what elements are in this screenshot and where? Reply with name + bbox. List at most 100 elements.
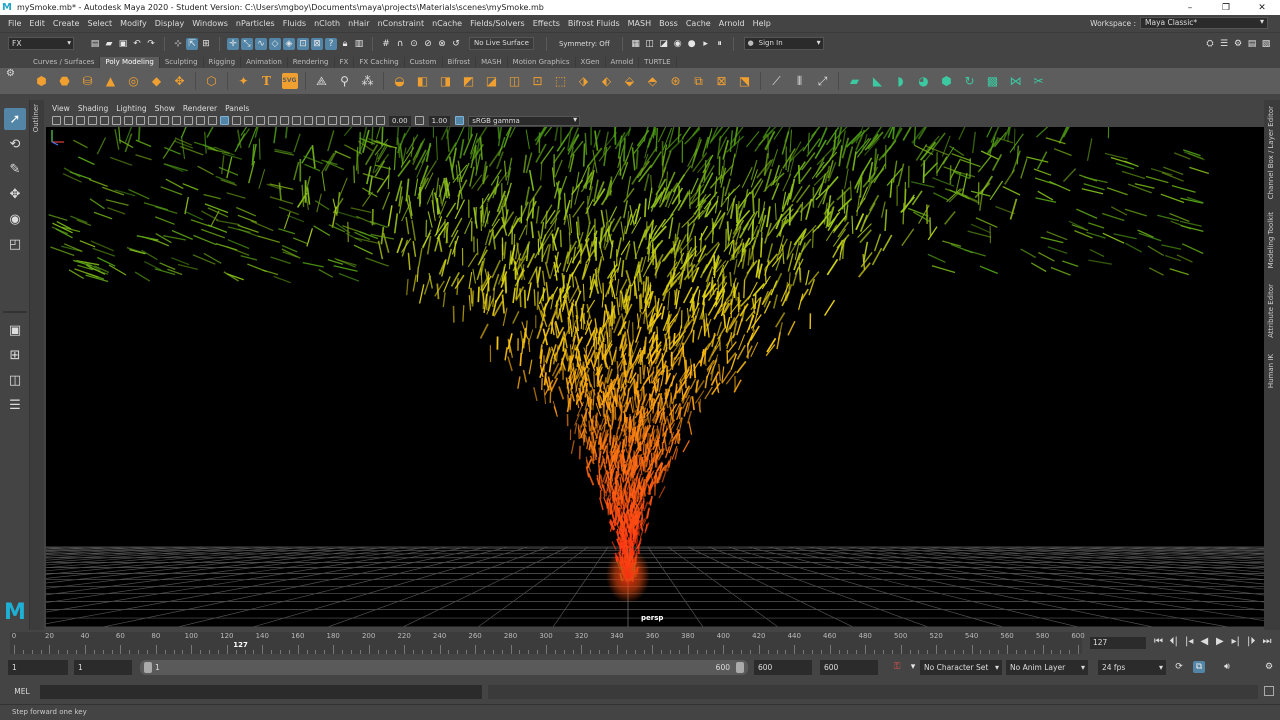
safe-action-icon[interactable]: [183, 116, 193, 125]
menu-select[interactable]: Select: [83, 19, 116, 28]
shelf-tab-motion-graphics[interactable]: Motion Graphics: [508, 57, 576, 68]
playback-end-field[interactable]: 600: [754, 660, 812, 675]
new-scene-icon[interactable]: ▤: [89, 38, 101, 50]
snap-live-icon[interactable]: ↺: [450, 38, 462, 50]
snap-point-icon[interactable]: ⊙: [408, 38, 420, 50]
anim-layer-dropdown[interactable]: No Anim Layer: [1006, 660, 1088, 675]
snap-curve-icon[interactable]: ∩: [394, 38, 406, 50]
extract-icon[interactable]: ◨: [438, 73, 454, 89]
arnold-render-icon[interactable]: ▸: [700, 38, 712, 50]
isolate-select-icon[interactable]: [339, 116, 349, 125]
shelf-tab-rendering[interactable]: Rendering: [288, 57, 335, 68]
sign-in-dropdown[interactable]: Sign In: [743, 37, 824, 50]
append-icon[interactable]: ◫: [507, 73, 523, 89]
mirror-icon[interactable]: ◧: [415, 73, 431, 89]
menuset-dropdown[interactable]: FX: [8, 37, 74, 50]
shelf-tab-xgen[interactable]: XGen: [576, 57, 606, 68]
shelf-tab-mash[interactable]: MASH: [476, 57, 508, 68]
wedge-icon[interactable]: ⬘: [645, 73, 661, 89]
menu-fields-solvers[interactable]: Fields/Solvers: [466, 19, 529, 28]
outliner-layout-icon[interactable]: ☰: [4, 394, 26, 416]
field-chart-icon[interactable]: [171, 116, 181, 125]
bevel-icon[interactable]: ⬗: [576, 73, 592, 89]
xray-joints-icon[interactable]: [363, 116, 373, 125]
script-language-toggle[interactable]: MEL: [8, 685, 36, 699]
wireframe-on-shaded-icon[interactable]: [243, 116, 253, 125]
shelf-tab-poly-modeling[interactable]: Poly Modeling: [100, 57, 160, 68]
xray-icon[interactable]: [351, 116, 361, 125]
shelf-tab-animation[interactable]: Animation: [241, 57, 288, 68]
super-shape-icon[interactable]: ✦: [236, 73, 252, 89]
menu-display[interactable]: Display: [151, 19, 189, 28]
go-to-end-button[interactable]: ⏭: [1263, 636, 1272, 647]
exposure-icon[interactable]: [375, 116, 385, 125]
poly-cube-icon[interactable]: ⬣: [57, 73, 73, 89]
outliner-side-tab[interactable]: Outliner: [30, 100, 44, 630]
exposure-field[interactable]: 0.00: [389, 115, 411, 126]
poly-torus-icon[interactable]: ◎: [126, 73, 142, 89]
snap-view-plane-icon[interactable]: ⊘: [422, 38, 434, 50]
menu-ncloth[interactable]: nCloth: [310, 19, 344, 28]
time-ruler[interactable]: 127 0 20 40 60 80 100 120 140 160 180 200 220 240 260…: [10, 632, 1085, 654]
script-editor-icon[interactable]: [1264, 686, 1274, 696]
panel-menu-renderer[interactable]: Renderer: [179, 104, 221, 113]
extrude-icon[interactable]: ⬚: [553, 73, 569, 89]
menu-help[interactable]: Help: [749, 19, 775, 28]
panel-menu-panels[interactable]: Panels: [221, 104, 253, 113]
gamma-icon[interactable]: [415, 116, 425, 125]
audio-icon[interactable]: 🔊︎: [1221, 661, 1233, 673]
uv-checker-icon[interactable]: ▩: [985, 73, 1001, 89]
poke-icon[interactable]: ⬙: [622, 73, 638, 89]
shadows-icon[interactable]: [279, 116, 289, 125]
type-tool-icon[interactable]: T: [259, 73, 275, 89]
menu-modify[interactable]: Modify: [116, 19, 151, 28]
modeling-toolkit-toggle-icon[interactable]: ⛭: [1204, 38, 1216, 50]
command-input[interactable]: [40, 685, 482, 699]
select-component-icon[interactable]: ⊞: [200, 38, 212, 50]
two-d-pan-icon[interactable]: [99, 116, 109, 125]
safe-title-icon[interactable]: [195, 116, 205, 125]
use-all-lights-icon[interactable]: [267, 116, 277, 125]
slide-edge-icon[interactable]: ⤢: [815, 73, 831, 89]
lasso-tool-icon[interactable]: ⟲: [4, 133, 26, 155]
menu-boss[interactable]: Boss: [655, 19, 682, 28]
gamma-field[interactable]: 1.00: [428, 115, 451, 126]
color-management-icon[interactable]: [454, 116, 464, 125]
modeling-toolkit-tab[interactable]: Modeling Toolkit: [1267, 212, 1275, 268]
workspace-dropdown[interactable]: Maya Classic*: [1140, 17, 1268, 29]
poly-cylinder-icon[interactable]: ⛁: [80, 73, 96, 89]
save-scene-icon[interactable]: ▣: [117, 38, 129, 50]
uv-cube-icon[interactable]: ⬢: [939, 73, 955, 89]
maximize-button[interactable]: ❐: [1208, 3, 1244, 13]
combine-icon[interactable]: ⟁: [314, 73, 330, 89]
range-end-handle[interactable]: [736, 662, 744, 673]
animation-start-field[interactable]: 1: [8, 660, 68, 675]
screen-space-ao-icon[interactable]: [291, 116, 301, 125]
shelf-tab-turtle[interactable]: TURTLE: [639, 57, 677, 68]
menu-nparticles[interactable]: nParticles: [232, 19, 279, 28]
anti-aliasing-icon[interactable]: [315, 116, 325, 125]
grease-pencil-icon[interactable]: [111, 116, 121, 125]
planar-mapping-icon[interactable]: ▰: [847, 73, 863, 89]
snap-surface-icon[interactable]: ⊗: [436, 38, 448, 50]
uv-unfold-icon[interactable]: ↻: [962, 73, 978, 89]
motion-blur-icon[interactable]: [303, 116, 313, 125]
loop-playback-icon[interactable]: ⟳: [1173, 661, 1185, 673]
close-button[interactable]: ✕: [1244, 3, 1280, 13]
shelf-tab-curves-surfaces[interactable]: Curves / Surfaces: [28, 57, 101, 68]
wireframe-icon[interactable]: [207, 116, 217, 125]
poly-plane-icon[interactable]: ◆: [149, 73, 165, 89]
textured-icon[interactable]: [255, 116, 265, 125]
undo-icon[interactable]: ↶: [131, 38, 143, 50]
poly-disc-icon[interactable]: ✥: [172, 73, 188, 89]
menu-ncache[interactable]: nCache: [428, 19, 466, 28]
auto-key-icon[interactable]: ⚿: [891, 661, 903, 673]
image-plane-icon[interactable]: [87, 116, 97, 125]
two-view-layout-icon[interactable]: ◫: [4, 369, 26, 391]
shelf-tab-fx-caching[interactable]: FX Caching: [354, 57, 405, 68]
open-scene-icon[interactable]: ▰: [103, 38, 115, 50]
render-settings-icon[interactable]: ◉: [672, 38, 684, 50]
redo-icon[interactable]: ↷: [145, 38, 157, 50]
lock-selection-icon[interactable]: 🔒︎: [339, 38, 351, 50]
minimize-button[interactable]: –: [1172, 3, 1208, 13]
